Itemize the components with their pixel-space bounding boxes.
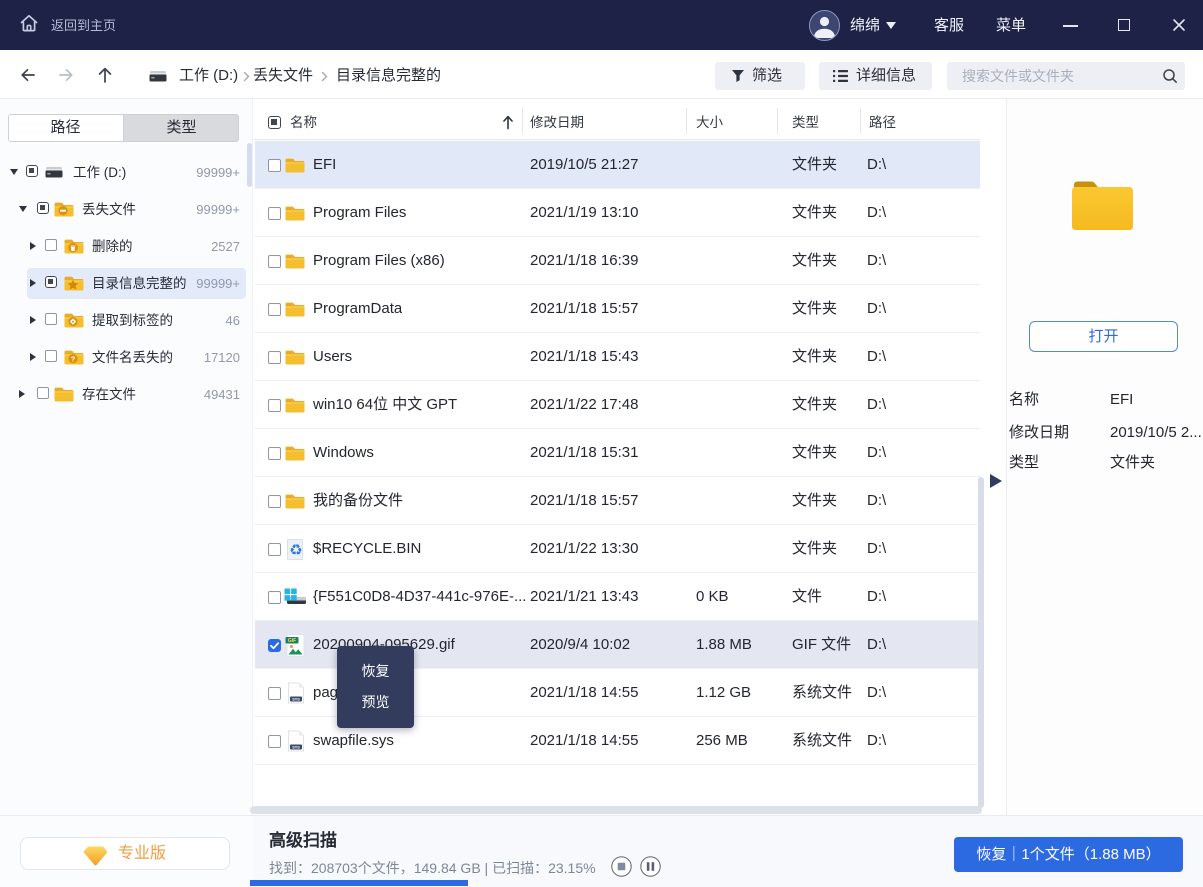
svg-text:GIF: GIF: [288, 638, 296, 644]
svg-text:?: ?: [71, 354, 76, 363]
svg-text:SYS: SYS: [292, 746, 300, 750]
svg-text:SYS: SYS: [292, 698, 300, 702]
